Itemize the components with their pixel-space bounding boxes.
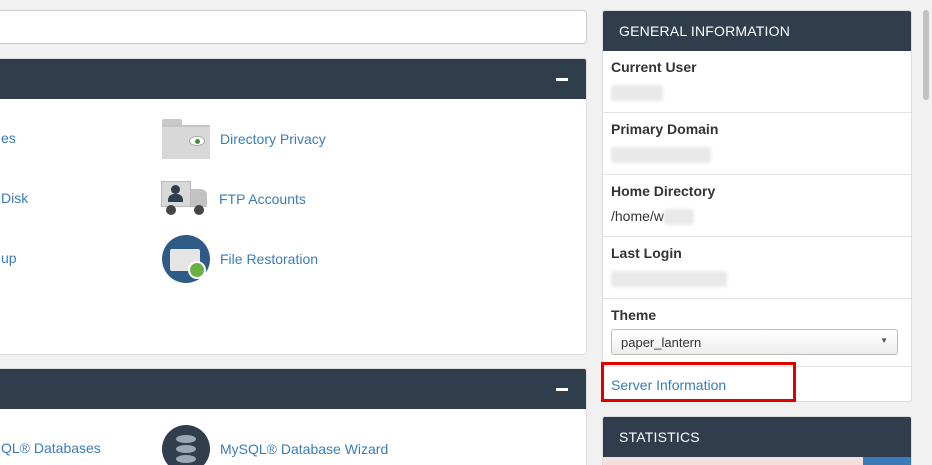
current-user-block: Current User [603,51,911,113]
statistics-header: STATISTICS [603,417,911,457]
theme-select-value: paper_lantern [621,335,702,350]
folder-eye-icon [162,115,210,163]
collapse-icon[interactable] [556,388,568,391]
database-wizard-icon [162,425,210,465]
search-input[interactable] [0,10,587,44]
ftp-accounts-label: FTP Accounts [219,191,306,207]
mysql-database-wizard-label: MySQL® Database Wizard [220,441,389,457]
files-panel-header [0,59,586,99]
collapse-icon[interactable] [556,78,568,81]
statistics-panel: STATISTICS [602,416,912,465]
current-user-label: Current User [611,59,697,75]
files-panel: es Disk up Directory Privacy FTP Account… [0,58,587,355]
file-restoration-item[interactable]: File Restoration [162,235,318,283]
scrollbar[interactable] [912,0,932,465]
server-information-link[interactable]: Server Information [611,377,726,393]
last-login-block: Last Login [603,237,911,299]
primary-domain-value [611,146,903,164]
current-user-value [611,84,903,102]
databases-panel-header [0,369,586,409]
ftp-truck-icon [161,175,209,223]
server-information-row: Server Information [603,367,911,401]
last-login-label: Last Login [611,245,682,261]
ftp-accounts-item[interactable]: FTP Accounts [161,175,306,223]
last-login-value [611,270,903,288]
directory-privacy-label: Directory Privacy [220,131,326,147]
general-information-panel: GENERAL INFORMATION Current User Primary… [602,10,912,402]
theme-select[interactable]: paper_lantern ▼ [611,329,898,355]
primary-domain-label: Primary Domain [611,121,719,137]
theme-label: Theme [611,307,657,323]
mysql-database-wizard-item[interactable]: MySQL® Database Wizard [162,425,388,465]
home-directory-value: /home/w [611,208,903,226]
theme-block: Theme paper_lantern ▼ [603,299,911,367]
primary-domain-block: Primary Domain [603,113,911,175]
scroll-thumb[interactable] [923,10,929,100]
general-information-header: GENERAL INFORMATION [603,11,911,51]
home-directory-block: Home Directory /home/w [603,175,911,237]
databases-panel: QL® Databases MySQL® Database Wizard [0,368,587,465]
statistics-bar-accent [863,457,911,465]
file-restoration-icon [162,235,210,283]
home-directory-label: Home Directory [611,183,716,199]
directory-privacy-item[interactable]: Directory Privacy [162,115,326,163]
partial-item-label[interactable]: es [1,130,16,146]
partial-item-label[interactable]: QL® Databases [1,440,101,456]
partial-item-label[interactable]: Disk [1,190,28,206]
statistics-bar [603,457,863,465]
partial-item-label[interactable]: up [1,250,17,266]
file-restoration-label: File Restoration [220,251,319,267]
chevron-down-icon: ▼ [880,336,888,345]
